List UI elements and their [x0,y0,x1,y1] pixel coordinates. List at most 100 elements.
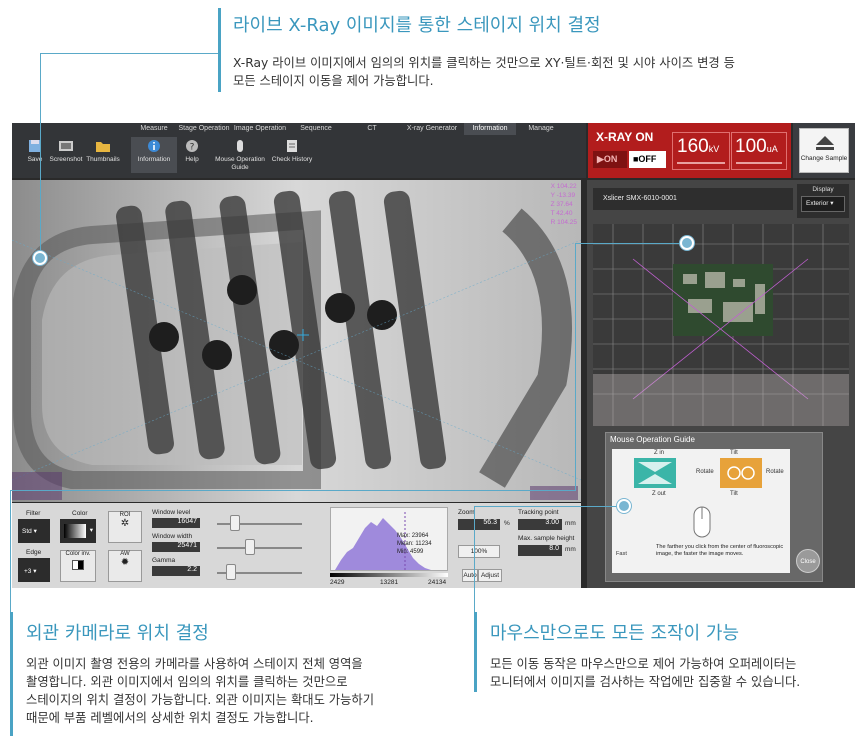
camera-header: Xslicer SMX-6010-0001 [593,188,793,210]
check-history-button[interactable]: Check History [268,139,316,164]
window-level-field[interactable]: 16047 [152,518,200,528]
xray-application-window: Measure Stage Operation Image Operation … [12,123,855,588]
tab-stage-operation[interactable]: Stage Operation [176,123,232,135]
tab-measure[interactable]: Measure [132,123,176,135]
zoom-in-label: Z in [654,450,665,456]
main-toolbar: Measure Stage Operation Image Operation … [12,123,586,178]
roi-button[interactable]: ROI ✲ [108,511,142,543]
top-callout-title: 라이브 X-Ray 이미지를 통한 스테이지 위치 결정 [233,15,601,36]
change-sample-label: Change Sample [800,155,848,162]
mouse-operation-guide-button[interactable]: Mouse Operation Guide [210,139,270,172]
xray-on-button[interactable]: ▶ON [593,151,627,168]
kv-unit: kV [708,144,720,154]
zoom-unit: % [504,520,510,527]
stage-coordinates: X 104.22 Y -13.39 Z 37.64 T 42.40 R 104.… [551,182,577,227]
max-sample-height-label: Max. sample height [518,535,575,542]
ua-value: 100 [735,136,767,157]
rotate-tilt-zone [720,458,762,488]
auto-window-icon: ✹ [120,557,130,568]
tab-image-operation[interactable]: Image Operation [232,123,288,135]
bottom-left-callout-line: 스테이지의 위치 결정이 가능합니다. 외관 이미지는 확대도 가능하기 [26,693,375,707]
camera-connector-v2 [10,490,11,612]
adjust-button[interactable]: Adjust [478,569,502,582]
close-button[interactable]: Close [796,549,820,573]
mouse-connector-h [474,506,624,507]
camera-connector-h2 [10,490,576,491]
kv-slider[interactable] [677,162,725,164]
mouse-diagram-icon [693,506,711,538]
chevron-down-icon: ▾ [33,528,37,535]
filter-select[interactable]: Std ▾ [18,519,50,543]
camera-connector-h1 [575,243,687,244]
exterior-camera-image[interactable] [593,224,849,426]
window-level-knob[interactable] [230,515,240,531]
xray-off-button[interactable]: ■OFF [629,151,666,168]
histogram-stats: Max: 23964 Mean: 11234 Min: 4599 [397,532,432,556]
zoom-field[interactable]: 56.3 [458,519,500,530]
coord-y: Y -13.39 [550,192,576,199]
xray-live-image[interactable]: X 104.22 Y -13.39 Z 37.64 T 42.40 R 104.… [12,180,581,502]
kv-readout[interactable]: 160kV [672,132,730,170]
max-sample-height-unit: mm [565,546,576,553]
window-width-field[interactable]: 25471 [152,542,200,552]
tab-ct[interactable]: CT [344,123,400,135]
edge-select[interactable]: +3 ▾ [18,558,50,582]
tab-information[interactable]: Information [464,123,516,135]
tab-xray-generator[interactable]: X-ray Generator [400,123,464,135]
help-button[interactable]: ? Help [169,139,215,164]
tracking-point-field[interactable]: 3.00 [518,519,562,530]
color-select[interactable]: ▾ [60,519,96,543]
tilt-top-label: Tilt [730,450,738,456]
display-select[interactable]: Exterior ▾ [801,196,845,212]
thumbnails-button[interactable]: Thumbnails [80,139,126,164]
ua-readout[interactable]: 100uA [731,132,787,170]
svg-text:?: ? [190,143,195,153]
info-icon [148,140,160,152]
chevron-down-icon: ▾ [33,568,37,575]
tilt-bottom-label: Tilt [730,491,738,497]
camera-image-art [593,224,849,426]
histogram-gradient-bar [330,573,448,577]
zoom-arrows-icon [638,462,672,484]
ua-slider[interactable] [736,162,782,164]
auto-window-button[interactable]: AW ✹ [108,550,142,582]
coord-r: R 104.25 [550,219,577,226]
zoom-zone [634,458,676,488]
xray-image-art [12,180,581,502]
histogram[interactable]: Max: 23964 Mean: 11234 Min: 4599 [330,507,448,571]
xray-control-panel: X-RAY ON ▶ON ■OFF 160kV 100uA [588,123,791,178]
auto-button[interactable]: Auto [462,569,478,582]
mouse-callout-dot [617,499,631,513]
top-callout-line: X-Ray 라이브 이미지에서 임의의 위치를 클릭하는 것만으로 XY·틸트·… [233,56,735,70]
color-gradient-swatch [64,524,86,538]
window-width-track[interactable] [217,547,302,549]
histogram-mean-value: 11234 [415,541,432,547]
bottom-left-callout-line: 외관 이미지 촬영 전용의 카메라를 사용하여 스테이지 전체 영역을 [26,657,363,671]
top-callout-dot [33,251,47,265]
filter-value: Std [22,528,32,535]
color-invert-button[interactable]: Color inv. [60,550,96,582]
gamma-field[interactable]: 2.2 [152,566,200,576]
tab-sequence[interactable]: Sequence [288,123,344,135]
information-label: Information [137,156,171,163]
window-width-knob[interactable] [245,539,255,555]
screenshot-label: Screenshot [49,156,83,163]
bottom-right-callout-title: 마우스만으로도 모든 조작이 가능 [490,623,740,644]
zoom-100-button[interactable]: 100% [458,545,500,558]
tab-manage[interactable]: Manage [516,123,566,135]
change-sample-button[interactable]: Change Sample [793,123,855,178]
rotate-right-label: Rotate [766,469,784,475]
gamma-knob[interactable] [226,564,236,580]
xray-status-title: X-RAY ON [596,130,654,144]
histogram-tick-mid: 13281 [380,579,399,586]
coord-x: X 104.22 [550,183,577,190]
folder-icon [96,142,110,152]
help-label: Help [185,156,199,163]
kv-value: 160 [677,136,709,157]
guide-inner-panel: Z in Z out Tilt Rotate Rotate Tilt The f… [612,449,790,573]
histogram-min-value: 4599 [410,549,424,555]
close-label: Close [800,559,816,565]
top-callout-line: 모든 스테이지 이동을 제어 가능합니다. [233,74,434,88]
menu-tabs: Measure Stage Operation Image Operation … [132,123,566,135]
max-sample-height-field[interactable]: 8.0 [518,545,562,556]
